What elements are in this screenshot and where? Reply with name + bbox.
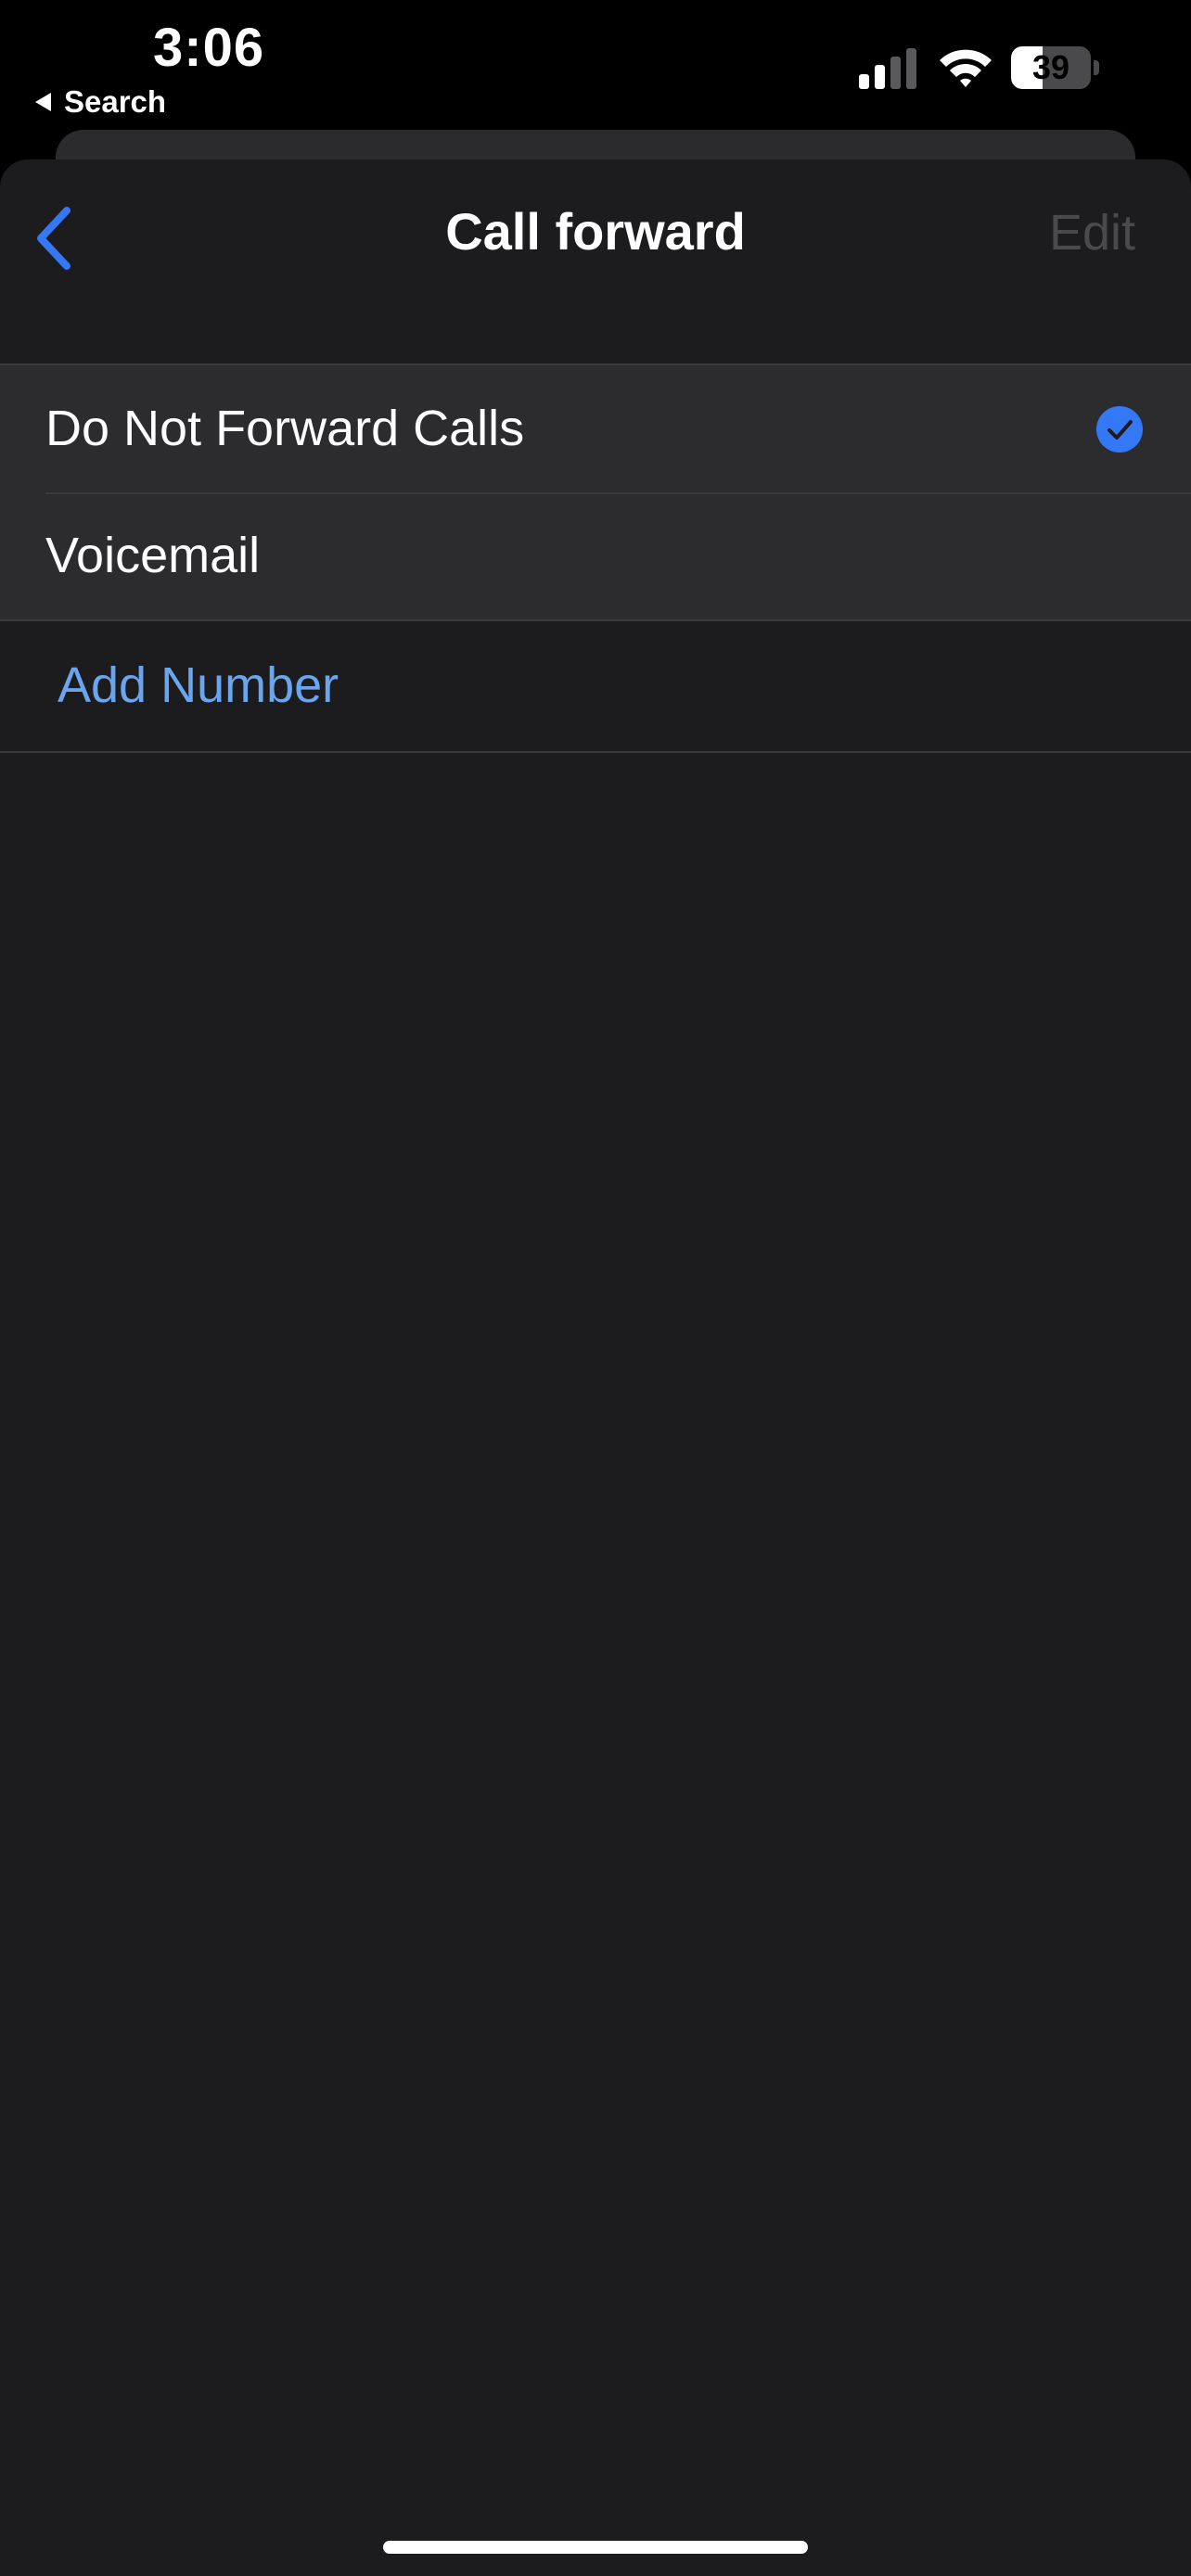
checkmark-circle-icon bbox=[1096, 406, 1143, 453]
forward-options-list: Do Not Forward Calls Voicemail bbox=[0, 363, 1191, 621]
home-indicator[interactable] bbox=[383, 2541, 808, 2554]
status-time: 3:06 bbox=[153, 18, 265, 78]
battery-icon: 39 bbox=[1011, 46, 1100, 89]
battery-nub bbox=[1094, 60, 1099, 75]
option-voicemail[interactable]: Voicemail bbox=[0, 492, 1191, 619]
back-to-app-label: Search bbox=[64, 84, 167, 119]
battery-body: 39 bbox=[1011, 46, 1091, 89]
battery-level: 39 bbox=[1031, 48, 1070, 86]
add-number-row[interactable]: Add Number bbox=[0, 619, 1191, 753]
option-do-not-forward[interactable]: Do Not Forward Calls bbox=[0, 365, 1191, 494]
cellular-signal-icon bbox=[859, 48, 916, 89]
screen: 3:06 Search 39 Call forward Edit Do Not … bbox=[0, 0, 1191, 2576]
back-triangle-icon bbox=[35, 93, 51, 111]
option-label: Voicemail bbox=[45, 528, 261, 583]
wifi-icon bbox=[940, 49, 992, 87]
edit-button[interactable]: Edit bbox=[1049, 204, 1135, 261]
call-forward-sheet: Call forward Edit Do Not Forward Calls V… bbox=[0, 159, 1191, 2576]
back-to-app-link[interactable]: Search bbox=[35, 83, 166, 121]
page-title: Call forward bbox=[445, 202, 746, 261]
option-label: Do Not Forward Calls bbox=[45, 401, 525, 456]
add-number-button[interactable]: Add Number bbox=[58, 619, 339, 751]
